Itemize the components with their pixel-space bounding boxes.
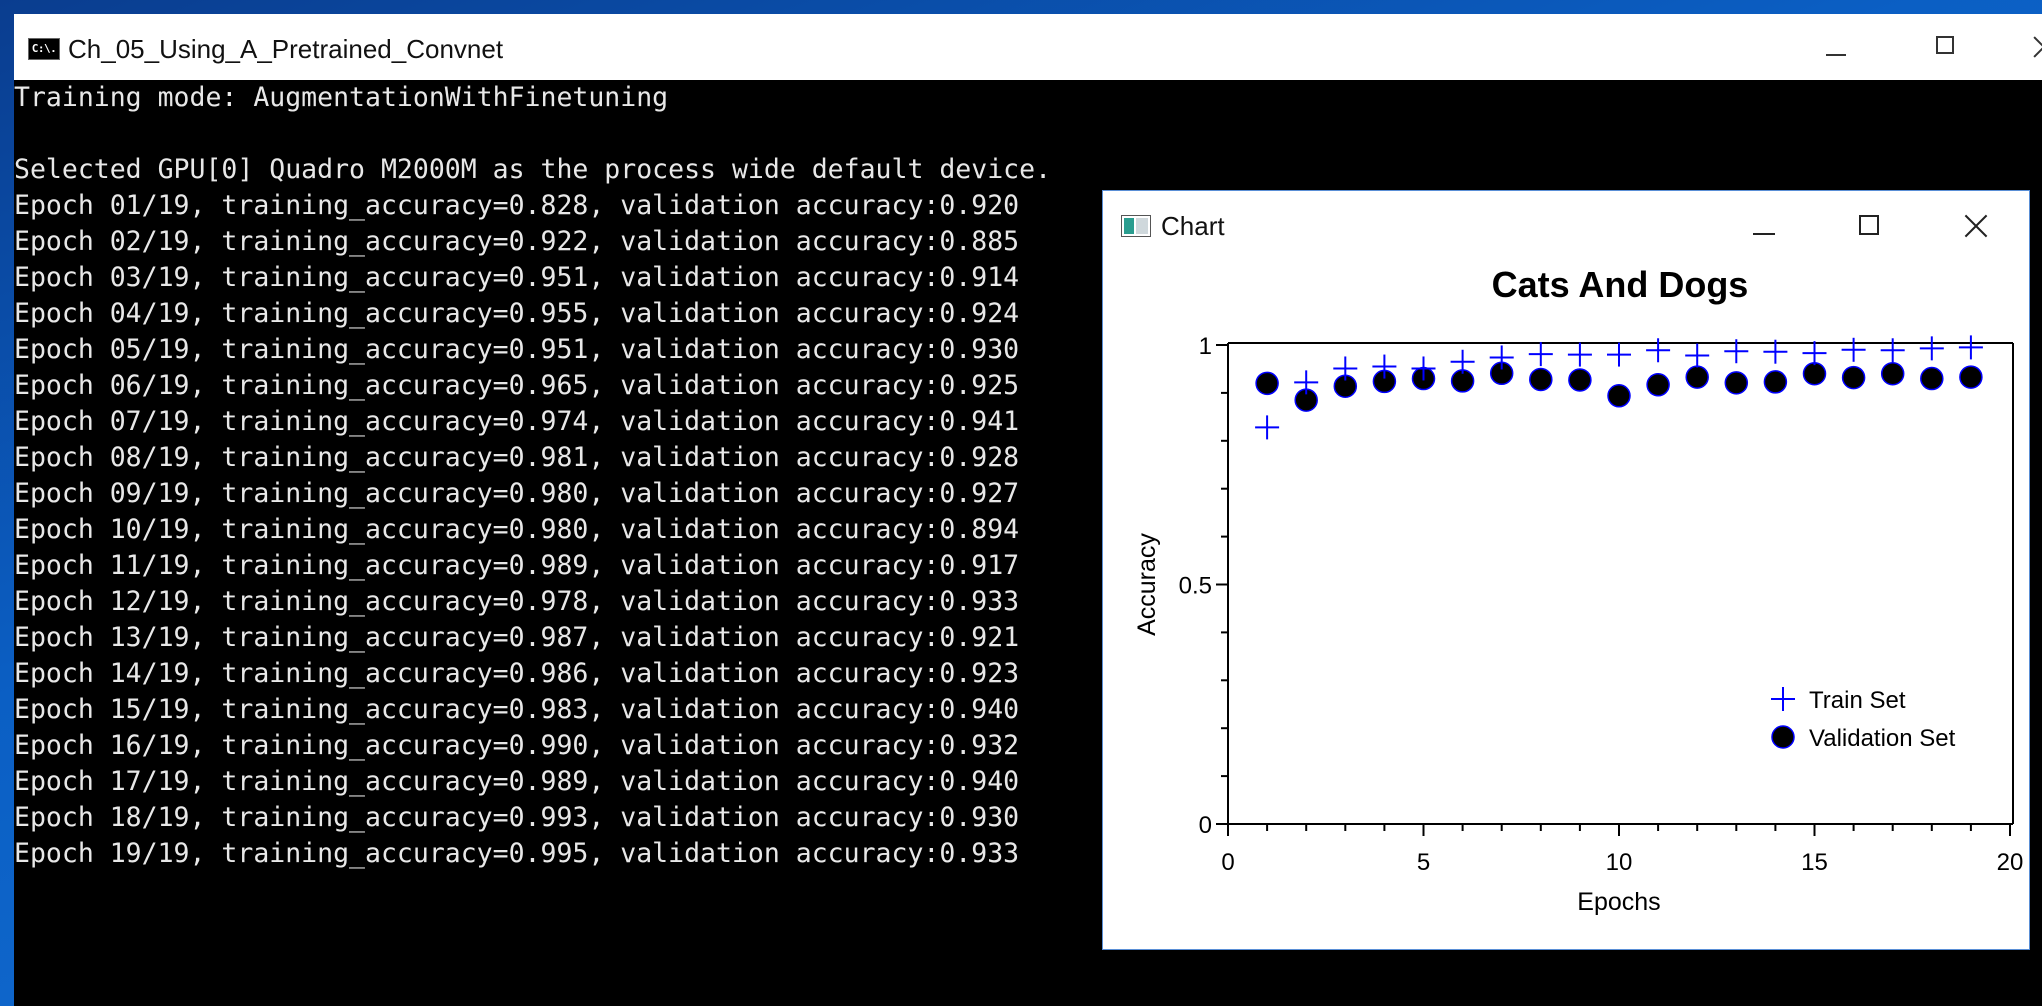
y-axis-label: Accuracy <box>1133 533 1161 636</box>
y-tick-label: 1 <box>1199 333 1212 360</box>
console-line: Training mode: AugmentationWithFinetunin… <box>14 82 669 113</box>
train-point <box>1528 342 1553 367</box>
validation-point <box>1568 368 1592 392</box>
validation-point <box>1646 373 1670 397</box>
validation-point <box>1920 366 1944 391</box>
validation-point <box>1255 371 1279 396</box>
legend-validation-label: Validation Set <box>1809 725 1956 752</box>
validation-point <box>1607 384 1631 408</box>
minimize-button[interactable] <box>1810 22 1862 72</box>
train-point <box>1685 343 1710 368</box>
x-tick-label: 10 <box>1606 849 1633 876</box>
close-button[interactable] <box>2018 22 2042 72</box>
x-tick-label: 15 <box>1801 849 1828 876</box>
chart-window: Chart Cats And Dogs 0 0.5 1 0 5 10 15 20 Epochs Ac… <box>1102 190 2030 950</box>
chart-titlebar[interactable]: Chart <box>1103 191 2029 259</box>
validation-point <box>1959 365 1983 389</box>
train-point <box>1880 338 1905 363</box>
validation-point <box>1763 370 1788 394</box>
train-point <box>1567 342 1592 367</box>
chart-app-icon <box>1121 215 1151 237</box>
console-titlebar[interactable]: C:\. Ch_05_Using_A_Pretrained_Convnet <box>14 14 2042 80</box>
x-tick-label: 20 <box>1997 849 2024 876</box>
legend-validation-marker <box>1771 725 1795 749</box>
y-tick-label: 0.5 <box>1179 573 1212 600</box>
chart-close-button[interactable] <box>1949 201 2001 251</box>
train-point <box>1802 341 1827 366</box>
x-tick-label: 5 <box>1417 849 1430 876</box>
train-point <box>1333 356 1358 381</box>
x-tick-label: 0 <box>1221 849 1234 876</box>
train-point <box>1841 337 1866 362</box>
train-point <box>1450 349 1475 374</box>
maximize-button[interactable] <box>1920 22 1972 72</box>
console-window-title: Ch_05_Using_A_Pretrained_Convnet <box>68 34 504 64</box>
validation-point <box>1685 365 1709 389</box>
y-tick-label: 0 <box>1199 812 1212 839</box>
train-point <box>1607 342 1631 367</box>
validation-point <box>1841 365 1866 390</box>
console-app-icon: C:\. <box>28 38 60 60</box>
chart-window-title: Chart <box>1161 211 1225 241</box>
chart-minimize-button[interactable] <box>1737 201 1789 251</box>
console-line: Selected GPU[0] Quadro M2000M as the pro… <box>14 154 1052 185</box>
train-point <box>1958 335 1983 360</box>
x-axis-label: Epochs <box>1577 888 1660 916</box>
chart-maximize-button[interactable] <box>1843 201 1895 251</box>
accuracy-chart: Cats And Dogs00.510 5 10 15 20EpochsAccuracy… <box>1133 264 2024 916</box>
legend-train-label: Train Set <box>1809 687 1906 714</box>
chart-title: Cats And Dogs <box>1492 264 1749 305</box>
validation-point <box>1724 371 1749 395</box>
train-point <box>1255 415 1280 440</box>
validation-point <box>1880 361 1905 386</box>
train-point <box>1919 336 1944 361</box>
validation-point <box>1529 367 1553 392</box>
train-point <box>1294 370 1319 395</box>
train-point <box>1646 338 1671 363</box>
validation-point <box>1802 361 1827 386</box>
